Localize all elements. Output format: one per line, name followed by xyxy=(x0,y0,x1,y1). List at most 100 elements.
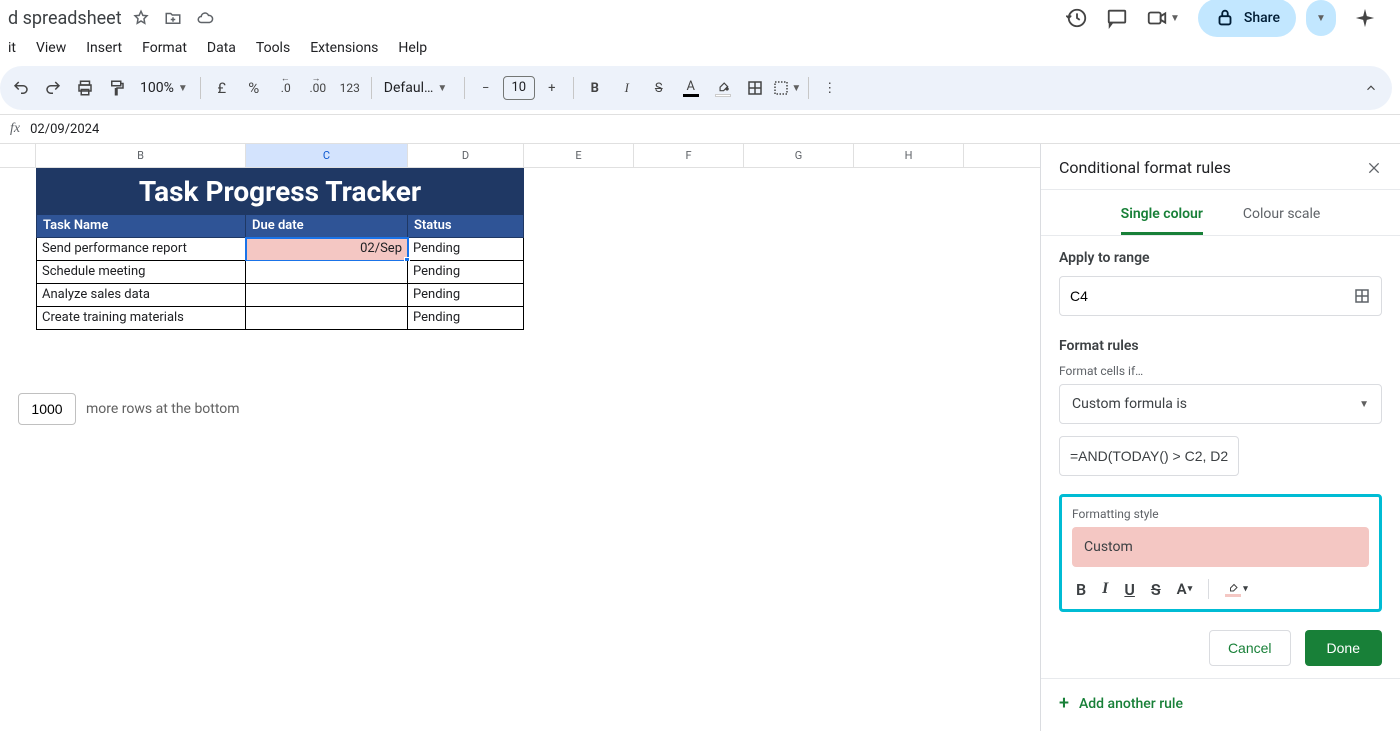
style-bold-button[interactable]: B xyxy=(1076,580,1086,599)
currency-button[interactable]: £ xyxy=(207,73,237,103)
cell-status[interactable]: Pending xyxy=(408,238,524,261)
strikethrough-button[interactable]: S xyxy=(644,73,674,103)
menu-view[interactable]: View xyxy=(28,36,74,60)
menu-data[interactable]: Data xyxy=(199,36,244,60)
column-header-g[interactable]: G xyxy=(744,144,854,167)
meet-icon[interactable]: ▼ xyxy=(1146,7,1180,29)
star-icon[interactable] xyxy=(132,9,150,27)
close-icon[interactable] xyxy=(1366,160,1382,176)
font-select[interactable]: Defaul…▼ xyxy=(378,80,458,96)
done-button[interactable]: Done xyxy=(1305,630,1382,666)
title-bar: d spreadsheet ▼ Share ▼ xyxy=(0,0,1400,36)
formatting-style-label: Formatting style xyxy=(1072,507,1369,521)
range-input[interactable] xyxy=(1070,288,1311,304)
condition-select[interactable]: Custom formula is▼ xyxy=(1059,384,1382,424)
italic-button[interactable]: I xyxy=(612,73,642,103)
column-header-e[interactable]: E xyxy=(524,144,634,167)
add-rows-input[interactable] xyxy=(18,393,76,425)
increase-decimal-button[interactable]: .00→ xyxy=(303,73,333,103)
more-formats-button[interactable]: 123 xyxy=(335,73,365,103)
cell-task[interactable]: Schedule meeting xyxy=(36,261,246,284)
menu-extensions[interactable]: Extensions xyxy=(302,36,386,60)
cloud-icon[interactable] xyxy=(196,9,214,27)
comment-icon[interactable] xyxy=(1106,7,1128,29)
fx-icon[interactable]: fx xyxy=(0,121,30,137)
cell-status[interactable]: Pending xyxy=(408,261,524,284)
format-if-label: Format cells if… xyxy=(1059,364,1382,378)
column-header-b[interactable]: B xyxy=(36,144,246,167)
share-dropdown[interactable]: ▼ xyxy=(1306,0,1336,36)
cell-status[interactable]: Pending xyxy=(408,284,524,307)
menu-help[interactable]: Help xyxy=(390,36,435,60)
style-strike-button[interactable]: S xyxy=(1151,580,1161,599)
header-task[interactable]: Task Name xyxy=(36,214,246,238)
menu-bar: it View Insert Format Data Tools Extensi… xyxy=(0,36,1400,66)
plus-icon: + xyxy=(1059,693,1069,714)
spreadsheet-grid[interactable]: B C D E F G H Task Progress Tracker Task… xyxy=(0,144,1040,731)
tracker-title[interactable]: Task Progress Tracker xyxy=(36,168,524,214)
menu-format[interactable]: Format xyxy=(134,36,195,60)
zoom-select[interactable]: 100%▼ xyxy=(134,80,194,96)
style-italic-button[interactable]: I xyxy=(1102,580,1108,598)
style-text-color-button[interactable]: A▾ xyxy=(1177,580,1193,598)
bold-button[interactable]: B xyxy=(580,73,610,103)
style-underline-button[interactable]: U xyxy=(1124,580,1135,599)
increase-font-button[interactable]: + xyxy=(537,73,567,103)
share-button[interactable]: Share xyxy=(1198,0,1296,37)
column-header-h[interactable]: H xyxy=(854,144,964,167)
add-rows-label: more rows at the bottom xyxy=(86,401,240,417)
undo-button[interactable] xyxy=(6,73,36,103)
formula-bar: fx 02/09/2024 xyxy=(0,114,1400,144)
cell-task[interactable]: Send performance report xyxy=(36,238,246,261)
conditional-format-sidebar: Conditional format rules Single colour C… xyxy=(1040,144,1400,731)
formatting-style-block: Formatting style Custom B I U S A▾ ▾ xyxy=(1059,494,1382,612)
cell-status[interactable]: Pending xyxy=(408,307,524,330)
redo-button[interactable] xyxy=(38,73,68,103)
cell-c4-selected[interactable]: 02/Sep xyxy=(246,238,408,261)
header-due[interactable]: Due date xyxy=(246,214,408,238)
document-title[interactable]: d spreadsheet xyxy=(8,8,122,29)
style-preview[interactable]: Custom xyxy=(1072,527,1369,567)
range-input-box[interactable] xyxy=(1059,276,1382,316)
move-icon[interactable] xyxy=(164,9,182,27)
toolbar: 100%▼ £ % .0← .00→ 123 Defaul…▼ − 10 + B… xyxy=(0,66,1392,110)
gemini-icon[interactable] xyxy=(1354,7,1376,29)
tab-single-colour[interactable]: Single colour xyxy=(1121,200,1203,235)
cell-due[interactable] xyxy=(246,284,408,307)
cell-task[interactable]: Analyze sales data xyxy=(36,284,246,307)
text-color-button[interactable]: A xyxy=(676,73,706,103)
cell-task[interactable]: Create training materials xyxy=(36,307,246,330)
formula-value[interactable]: 02/09/2024 xyxy=(30,122,99,137)
apply-range-label: Apply to range xyxy=(1059,250,1382,266)
grid-select-icon[interactable] xyxy=(1353,287,1371,305)
tab-colour-scale[interactable]: Colour scale xyxy=(1243,200,1320,235)
print-button[interactable] xyxy=(70,73,100,103)
formula-input[interactable] xyxy=(1059,436,1239,476)
menu-tools[interactable]: Tools xyxy=(248,36,298,60)
font-size-input[interactable]: 10 xyxy=(503,76,535,100)
column-header-f[interactable]: F xyxy=(634,144,744,167)
borders-button[interactable] xyxy=(740,73,770,103)
menu-edit[interactable]: it xyxy=(0,36,24,60)
cancel-button[interactable]: Cancel xyxy=(1209,630,1291,666)
percent-button[interactable]: % xyxy=(239,73,269,103)
history-icon[interactable] xyxy=(1066,7,1088,29)
cell-due[interactable] xyxy=(246,261,408,284)
cell-due[interactable] xyxy=(246,307,408,330)
more-toolbar-button[interactable]: ⋮ xyxy=(815,73,845,103)
decrease-font-button[interactable]: − xyxy=(471,73,501,103)
header-status[interactable]: Status xyxy=(408,214,524,238)
format-rules-label: Format rules xyxy=(1059,338,1382,354)
share-label: Share xyxy=(1244,10,1280,26)
style-fill-color-button[interactable]: ▾ xyxy=(1225,581,1248,597)
menu-insert[interactable]: Insert xyxy=(78,36,130,60)
fill-color-button[interactable] xyxy=(708,73,738,103)
paint-format-button[interactable] xyxy=(102,73,132,103)
decrease-decimal-button[interactable]: .0← xyxy=(271,73,301,103)
collapse-toolbar-button[interactable] xyxy=(1356,73,1386,103)
sidebar-title: Conditional format rules xyxy=(1059,158,1231,177)
merge-button[interactable]: ▼ xyxy=(772,73,802,103)
column-header-c[interactable]: C xyxy=(246,144,408,167)
column-header-d[interactable]: D xyxy=(408,144,524,167)
add-rule-button[interactable]: + Add another rule xyxy=(1059,693,1382,714)
